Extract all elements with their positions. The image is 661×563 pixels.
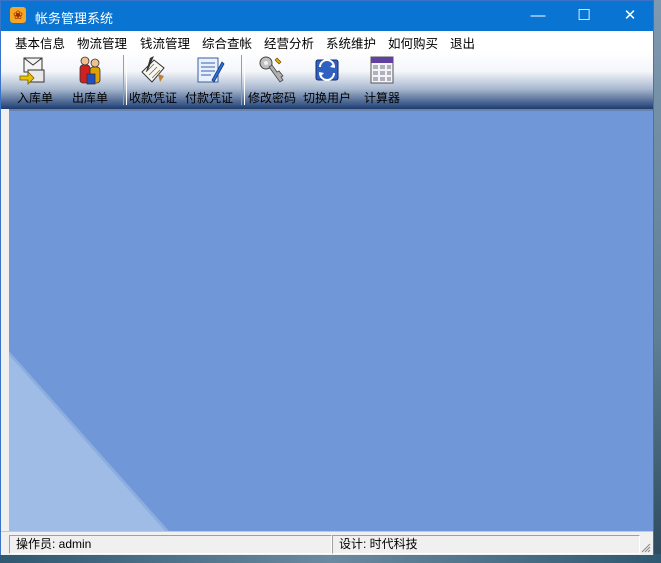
calculator-label: 计算器 [363,91,400,105]
stock-in-button[interactable]: 入库单 [7,53,63,105]
switch-user-icon [315,59,339,81]
title-bar[interactable]: ❀ 帐务管理系统 — ☐ ✕ [1,1,653,31]
stock-out-button[interactable]: 出库单 [62,53,118,105]
desktop-background-bottom [0,554,661,563]
maximize-button[interactable]: ☐ [561,1,607,31]
payment-voucher-button[interactable]: 付款凭证 [181,53,237,105]
calculator-icon [370,56,394,84]
minimize-button[interactable]: — [515,1,561,31]
menu-cash-flow[interactable]: 钱流管理 [140,33,190,52]
resize-grip-icon[interactable] [639,541,651,553]
menu-business-analysis[interactable]: 经营分析 [264,33,314,52]
calculator-button[interactable]: 计算器 [354,53,410,105]
mdi-client-area[interactable] [9,109,653,531]
receipt-voucher-button[interactable]: 收款凭证 [125,53,181,105]
menu-system-maintenance[interactable]: 系统维护 [326,33,376,52]
menu-account-query[interactable]: 综合查帐 [202,33,252,52]
receipt-voucher-icon [141,56,165,83]
menu-exit[interactable]: 退出 [450,33,475,52]
menu-basic-info[interactable]: 基本信息 [15,33,65,52]
status-operator: 操作员: admin [9,535,332,554]
close-button[interactable]: ✕ [607,1,653,31]
app-icon[interactable]: ❀ [10,7,26,23]
stock-in-icon [19,57,45,85]
change-password-button[interactable]: 修改密码 [244,53,300,105]
menu-bar: 基本信息 物流管理 钱流管理 综合查帐 经营分析 系统维护 如何购买 退出 [1,31,653,51]
status-bar: 操作员: admin 设计: 时代科技 [1,531,653,555]
desktop-background [653,0,661,563]
payment-voucher-label: 付款凭证 [184,91,233,105]
window-title: 帐务管理系统 [35,11,114,26]
main-window: ❀ 帐务管理系统 — ☐ ✕ 基本信息 物流管理 钱流管理 综合查帐 经营分析 … [0,0,654,555]
change-password-label: 修改密码 [247,91,296,105]
background-diagonal-decoration [9,351,169,531]
menu-logistics[interactable]: 物流管理 [77,33,127,52]
stock-out-icon [79,56,101,85]
switch-user-label: 切换用户 [302,91,351,105]
menu-how-to-buy[interactable]: 如何购买 [388,33,438,52]
receipt-voucher-label: 收款凭证 [128,91,177,105]
status-design: 设计: 时代科技 [332,535,640,554]
switch-user-button[interactable]: 切换用户 [299,53,355,105]
change-password-icon [259,56,284,83]
toolbar: 入库单 出库单 收款凭证 付款凭证 修改密码 切换用户 计算器 [1,51,653,109]
stock-in-label: 入库单 [16,91,53,105]
payment-voucher-icon [197,57,225,83]
stock-out-label: 出库单 [71,91,108,105]
